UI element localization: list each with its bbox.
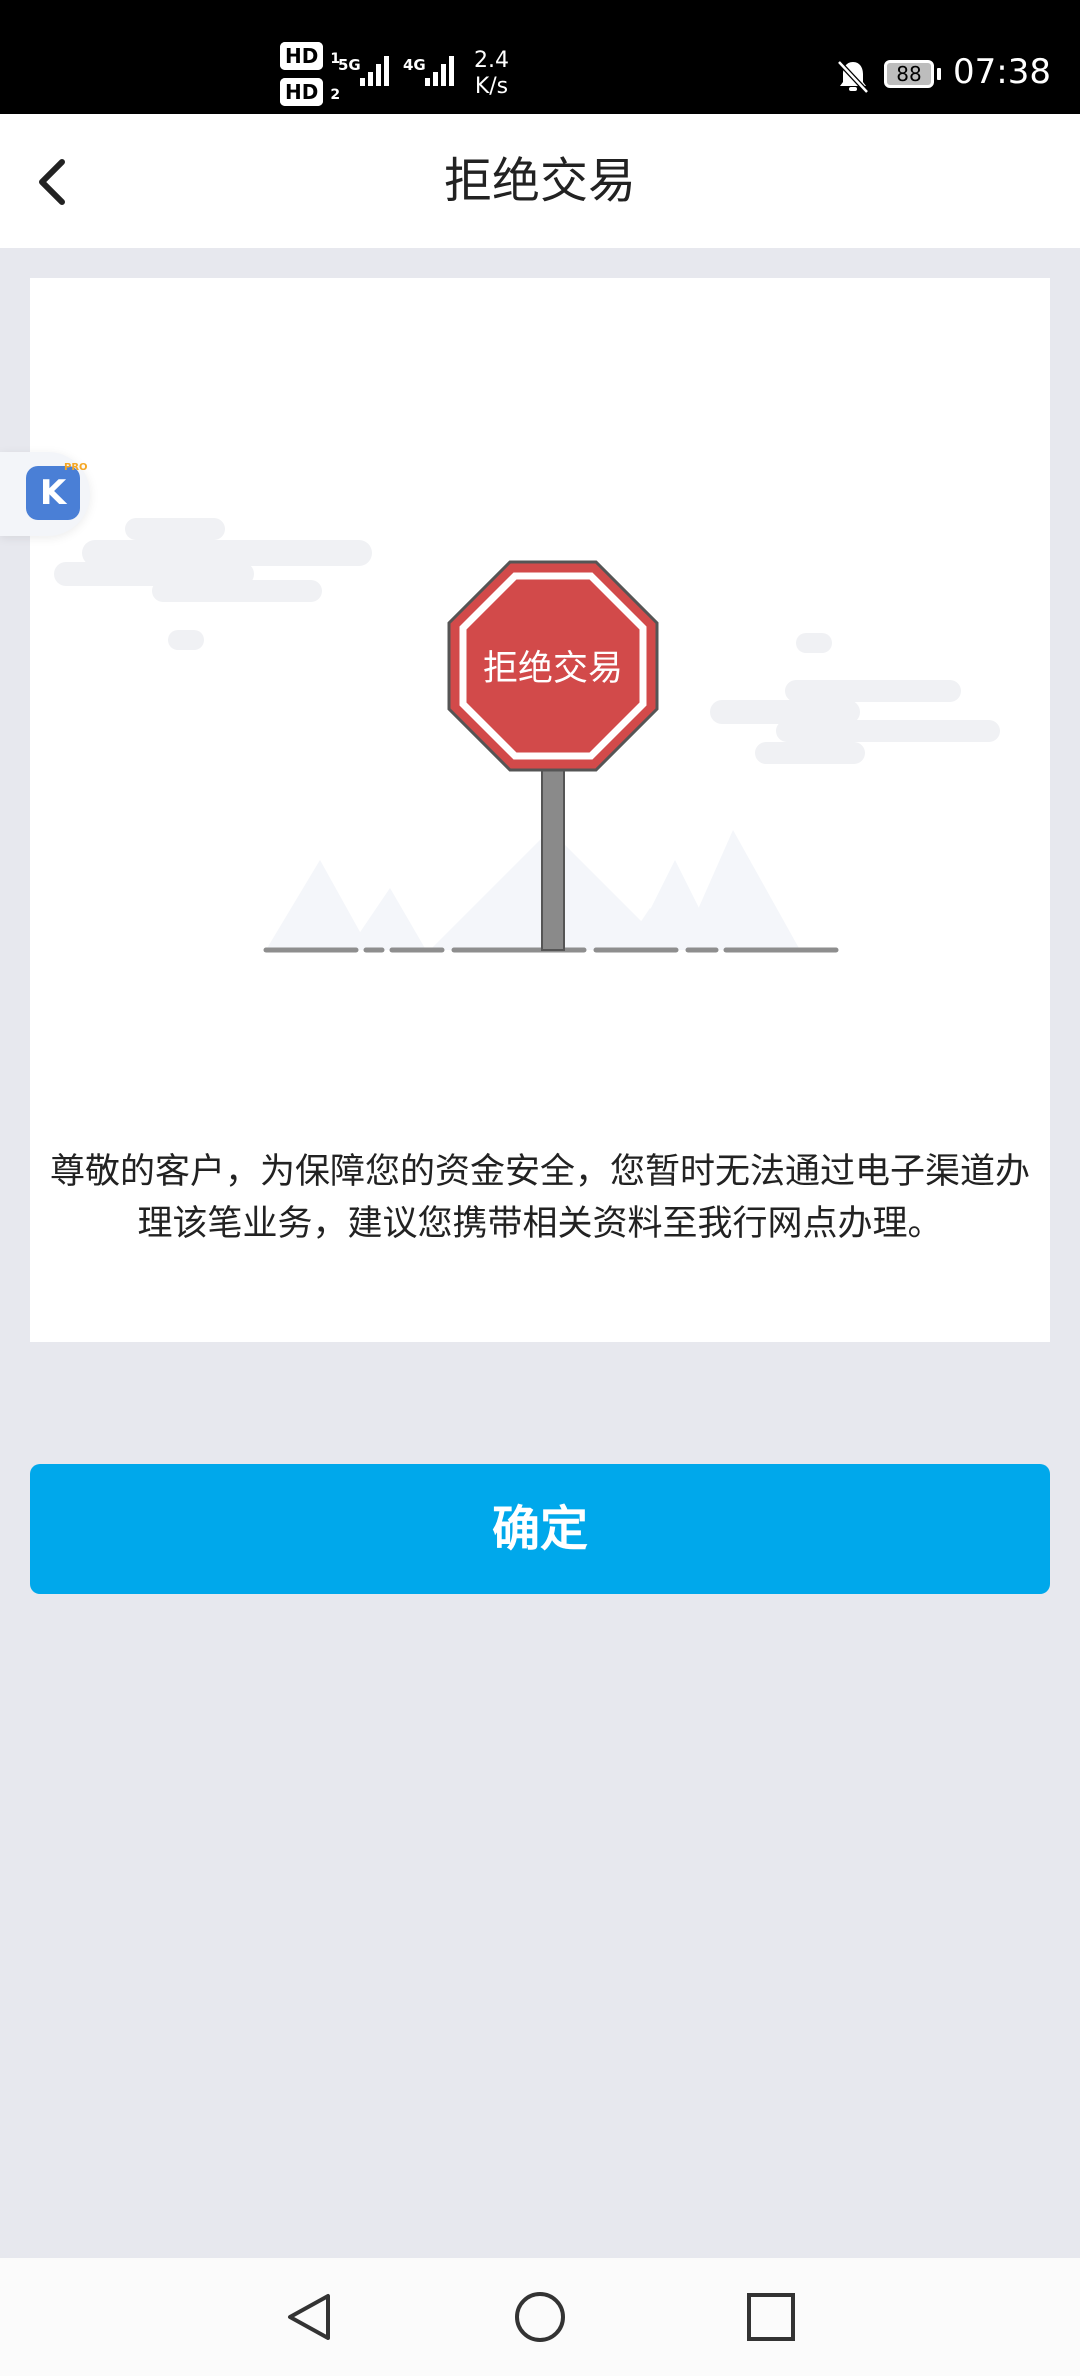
confirm-button[interactable]: 确定 [30,1464,1050,1594]
home-circle-icon[interactable] [513,2290,567,2344]
battery-tip [937,68,941,80]
hd-indicator-2: HD 2 [280,78,340,106]
page-title: 拒绝交易 [443,153,636,209]
mute-bell-icon [837,60,869,94]
nav-header: 拒绝交易 [0,114,1080,248]
system-nav-bar [0,2258,1080,2376]
floating-assistant-button[interactable]: K PRO [0,452,90,536]
hd-indicator-1: HD 1 [280,42,340,70]
clock: 07:38 [953,52,1051,92]
k-app-icon: K [26,466,80,520]
rejection-message: 尊敬的客户，为保障您的资金安全，您暂时无法通过电子渠道办理该笔业务，建议您携带相… [50,1152,1031,1244]
sign-pole [541,767,565,951]
cloud-left [54,518,372,650]
mountains [266,830,800,950]
status-bar: HD 1 HD 2 5G 4G 2.4 K/s 88 07:38 [0,0,1080,114]
stop-sign-illustration: 拒绝交易 [54,518,1000,953]
stop-sign-text: 拒绝交易 [483,649,623,689]
pro-badge: PRO [64,462,88,473]
battery-icon: 88 [884,60,934,88]
network-speed: 2.4 K/s [474,48,509,99]
signal-icon-2 [425,56,454,86]
cloud-right [710,633,1000,764]
signal-icon-1 [360,56,389,86]
recents-square-icon[interactable] [744,2290,798,2344]
back-triangle-icon[interactable] [282,2290,336,2344]
back-button[interactable] [28,154,84,210]
